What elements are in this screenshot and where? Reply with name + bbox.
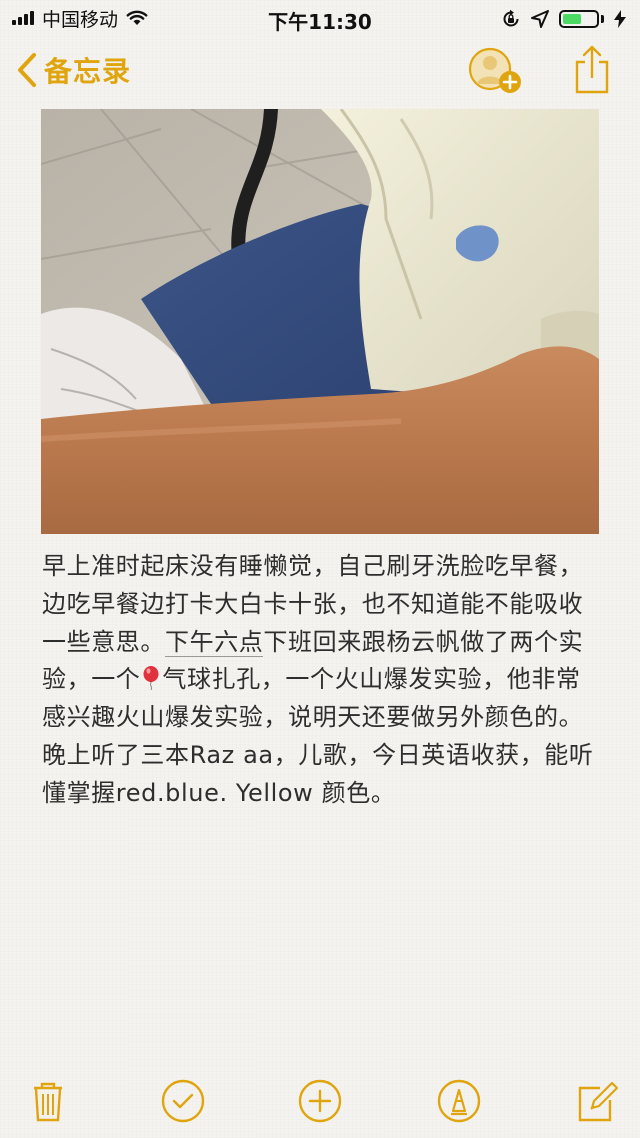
attached-photo[interactable] (41, 109, 599, 534)
rotation-lock-icon (503, 9, 519, 27)
photo-image (41, 109, 599, 534)
back-label: 备忘录 (44, 55, 132, 88)
markup-icon[interactable] (436, 1078, 482, 1124)
chevron-left-icon (18, 53, 36, 87)
bottom-toolbar (0, 1070, 640, 1130)
checklist-icon[interactable] (160, 1078, 206, 1124)
location-icon (531, 10, 549, 28)
status-bar: 中国移动 下午11:30 (0, 0, 640, 36)
note-body[interactable]: 早上准时起床没有睡懒觉，自己刷牙洗脸吃早餐，边吃早餐边打卡大白卡十张，也不知道能… (42, 548, 598, 813)
add-icon[interactable] (297, 1078, 343, 1124)
battery-fill (563, 14, 581, 24)
navigation-bar: 备忘录 (0, 40, 640, 104)
status-right (501, 8, 626, 30)
add-person-icon[interactable] (468, 46, 524, 96)
charging-icon (614, 10, 626, 28)
compose-icon[interactable] (574, 1078, 620, 1124)
battery-icon (559, 10, 599, 28)
balloon-emoji-icon (143, 666, 159, 691)
trash-icon[interactable] (25, 1078, 71, 1124)
battery-cap (601, 15, 604, 23)
share-icon[interactable] (572, 44, 612, 96)
back-button[interactable]: 备忘录 (16, 50, 131, 90)
note-text-underlined: 下午六点 (165, 627, 264, 657)
